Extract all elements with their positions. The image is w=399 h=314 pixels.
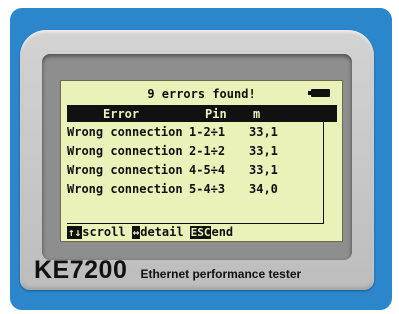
header-m: m [253, 107, 261, 121]
scroll-label: scroll [82, 225, 126, 239]
footer-key-hints: ↑↓ scroll ↔ detail ESC end [67, 225, 239, 239]
esc-key-icon[interactable]: ESC [189, 225, 212, 239]
left-right-arrows-icon[interactable]: ↔ [131, 225, 141, 239]
detail-label: detail [140, 225, 184, 239]
up-down-arrows-icon[interactable]: ↑↓ [67, 225, 83, 239]
cell-m: 33,1 [249, 125, 278, 139]
cell-error: Wrong connection [67, 182, 183, 196]
cell-pin: 4-5÷4 [189, 163, 226, 177]
cell-pin: 2-1÷2 [189, 144, 226, 158]
cell-pin: 5-4÷3 [189, 182, 226, 196]
screen-title: 9 errors found! [147, 87, 256, 101]
model-name: KE7200 [34, 256, 128, 284]
table-header: Error Pin m [67, 105, 337, 122]
lcd-screen: 9 errors found! Error Pin m Wrong connec… [60, 80, 343, 242]
device-branding: KE7200 Ethernet performance tester [34, 256, 301, 285]
cell-m: 33,1 [249, 144, 278, 158]
errors-table: Error Pin m Wrong connection 1-2÷1 33,1 … [67, 105, 337, 224]
model-description: Ethernet performance tester [140, 267, 302, 281]
table-row[interactable]: Wrong connection 1-2÷1 33,1 [67, 122, 323, 141]
cell-pin: 1-2÷1 [189, 125, 226, 139]
table-row[interactable]: Wrong connection 5-4÷3 34,0 [67, 179, 323, 198]
cell-m: 33,1 [249, 163, 278, 177]
scrollbar-top [323, 105, 337, 122]
header-error: Error [103, 107, 140, 121]
cell-error: Wrong connection [67, 144, 183, 158]
cell-m: 34,0 [249, 182, 278, 196]
end-label: end [211, 225, 234, 239]
table-row[interactable]: Wrong connection 2-1÷2 33,1 [67, 141, 323, 160]
battery-icon [308, 89, 330, 97]
cell-error: Wrong connection [67, 163, 183, 177]
header-pin: Pin [205, 107, 227, 121]
cell-error: Wrong connection [67, 125, 183, 139]
table-row[interactable]: Wrong connection 4-5÷4 33,1 [67, 160, 323, 179]
